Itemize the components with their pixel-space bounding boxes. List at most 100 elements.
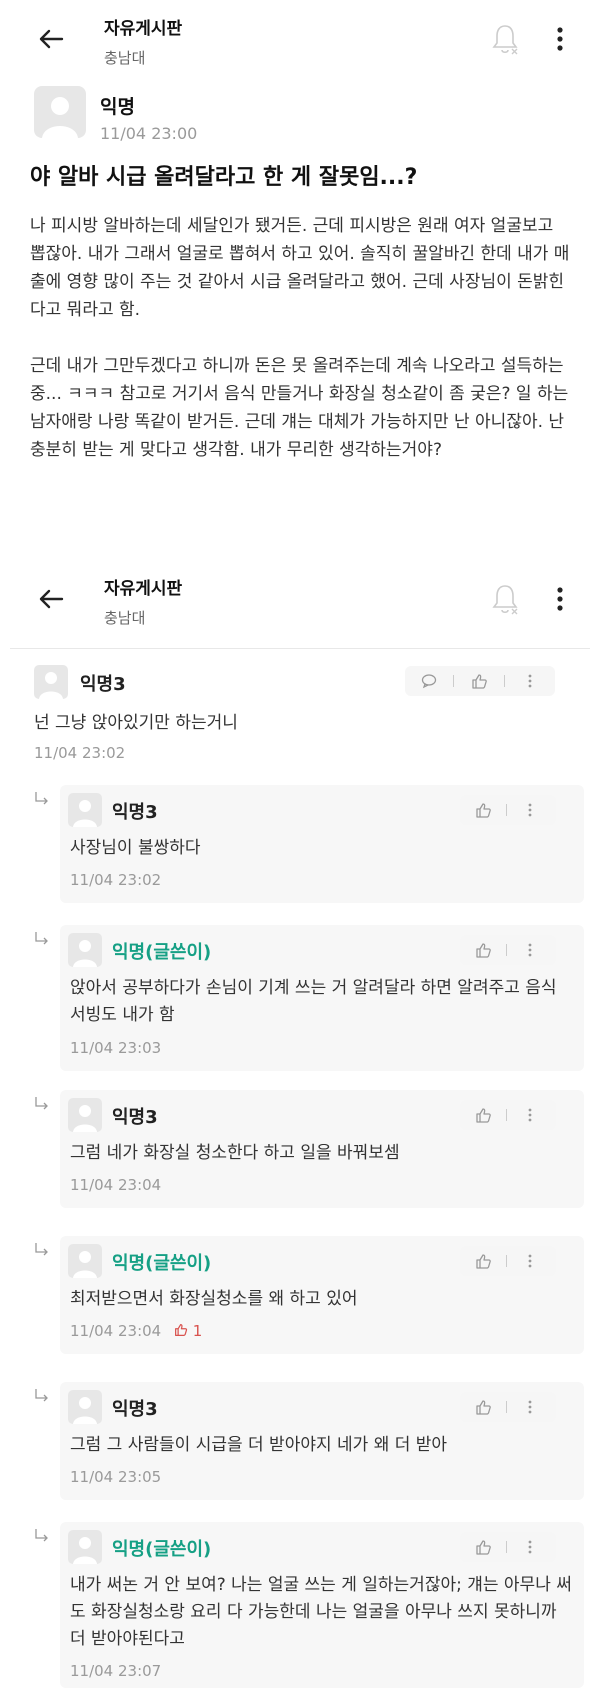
bell-off-icon[interactable] xyxy=(490,582,520,616)
more-vertical-icon xyxy=(528,674,532,688)
back-arrow-icon[interactable] xyxy=(36,24,66,54)
reply: 익명(글쓴이) 앉아서 공부하다가 손님이 기계 쓰는 거 알려달라 하면 알려… xyxy=(0,925,600,1071)
top-app-bar: 자유게시판 충남대 xyxy=(0,0,600,78)
back-arrow-icon[interactable] xyxy=(36,584,66,614)
like-button[interactable] xyxy=(460,1399,506,1416)
comment-actions xyxy=(460,795,556,825)
more-button[interactable] xyxy=(507,1253,553,1269)
comment-actions xyxy=(460,1392,556,1422)
comment-text: 최저받으면서 화장실청소를 왜 하고 있어 xyxy=(70,1289,358,1309)
comment-icon xyxy=(421,674,437,689)
reply: 익명(글쓴이) 내가 써논 거 안 보여? 나는 얼굴 쓰는 게 일하는거잖아;… xyxy=(0,1522,600,1688)
reply-box: 익명3 그럼 그 사람들이 시급을 더 받아야지 네가 왜 더 받아 11/04… xyxy=(60,1382,584,1500)
like-button[interactable] xyxy=(454,673,504,690)
comment-text: 그럼 그 사람들이 시급을 더 받아야지 네가 왜 더 받아 xyxy=(70,1435,448,1455)
comment-author: 익명3 xyxy=(112,1399,158,1420)
like-button[interactable] xyxy=(460,1107,506,1124)
bell-off-icon[interactable] xyxy=(490,22,520,56)
comment-time: 11/04 23:05 xyxy=(70,1468,162,1486)
more-vertical-icon xyxy=(528,943,532,957)
reply-arrow-icon xyxy=(35,932,48,945)
comment-time: 11/04 23:07 xyxy=(70,1662,162,1680)
post-header: 익명 11/04 23:00 xyxy=(0,86,600,158)
like-button[interactable] xyxy=(460,802,506,819)
comment-author-op: 익명(글쓴이) xyxy=(112,942,212,963)
comment-author: 익명3 xyxy=(112,1107,158,1128)
thumbs-up-icon xyxy=(475,1539,491,1555)
comment-text: 앉아서 공부하다가 손님이 기계 쓰는 거 알려달라 하면 알려주고 음식 서빙… xyxy=(70,978,557,1025)
divider xyxy=(10,648,590,649)
board-title: 자유게시판 xyxy=(104,579,183,599)
more-vertical-icon xyxy=(528,1400,532,1414)
more-button[interactable] xyxy=(507,942,553,958)
more-vertical-icon xyxy=(528,1108,532,1122)
comment-author-op: 익명(글쓴이) xyxy=(112,1539,212,1560)
comment-time: 11/04 23:02 xyxy=(34,744,126,762)
thumbs-up-icon xyxy=(475,802,491,818)
like-button[interactable] xyxy=(460,1539,506,1556)
more-vertical-icon xyxy=(528,803,532,817)
comment-actions xyxy=(460,1100,556,1130)
reply-box: 익명(글쓴이) 최저받으면서 화장실청소를 왜 하고 있어 11/04 23:0… xyxy=(60,1236,584,1354)
like-button[interactable] xyxy=(460,1253,506,1270)
board-title: 자유게시판 xyxy=(104,19,183,39)
more-button[interactable] xyxy=(505,673,555,689)
more-button[interactable] xyxy=(507,802,553,818)
thumbs-up-icon xyxy=(475,942,491,958)
reply-arrow-icon xyxy=(35,792,48,805)
more-vertical-icon[interactable] xyxy=(555,24,565,54)
comment-actions xyxy=(460,1246,556,1276)
comment-actions xyxy=(460,935,556,965)
like-button[interactable] xyxy=(460,942,506,959)
comment-time: 11/04 23:02 xyxy=(70,871,162,889)
avatar xyxy=(68,1244,102,1278)
comment-time: 11/04 23:03 xyxy=(70,1039,162,1057)
thumbs-up-icon xyxy=(475,1253,491,1269)
comment-actions xyxy=(405,666,555,696)
thumbs-up-icon xyxy=(175,1324,188,1336)
reply-box: 익명3 그럼 네가 화장실 청소한다 하고 일을 바꿔보셈 11/04 23:0… xyxy=(60,1090,584,1208)
avatar xyxy=(68,1098,102,1132)
post-time: 11/04 23:00 xyxy=(100,124,198,143)
comment-text: 넌 그냥 앉아있기만 하는거니 xyxy=(34,713,238,733)
comment-author: 익명3 xyxy=(80,674,126,695)
comment-text: 그럼 네가 화장실 청소한다 하고 일을 바꿔보셈 xyxy=(70,1143,400,1163)
reply-button[interactable] xyxy=(405,673,453,689)
school-name: 충남대 xyxy=(104,49,146,67)
post-title: 야 알바 시급 올려달라고 한 게 잘못임...? xyxy=(30,165,418,190)
more-vertical-icon[interactable] xyxy=(555,584,565,614)
comment-time: 11/04 23:04 xyxy=(70,1176,162,1194)
reply-arrow-icon xyxy=(35,1389,48,1402)
thumbs-up-icon xyxy=(475,1107,491,1123)
thumbs-up-icon xyxy=(475,1399,491,1415)
comment-author: 익명3 xyxy=(112,802,158,823)
comment-meta: 11/04 23:04 1 xyxy=(70,1322,202,1340)
more-button[interactable] xyxy=(507,1539,553,1555)
reply: 익명(글쓴이) 최저받으면서 화장실청소를 왜 하고 있어 11/04 23:0… xyxy=(0,1236,600,1354)
more-button[interactable] xyxy=(507,1107,553,1123)
post-paragraph: 근데 내가 그만두겠다고 하니까 돈은 못 올려주는데 계속 나오라고 설득하는… xyxy=(30,356,569,460)
top-app-bar-2: 자유게시판 충남대 xyxy=(0,560,600,638)
school-name: 충남대 xyxy=(104,609,146,627)
reply-arrow-icon xyxy=(35,1529,48,1542)
reply: 익명3 그럼 네가 화장실 청소한다 하고 일을 바꿔보셈 11/04 23:0… xyxy=(0,1090,600,1208)
avatar xyxy=(34,86,86,138)
reply: 익명3 그럼 그 사람들이 시급을 더 받아야지 네가 왜 더 받아 11/04… xyxy=(0,1382,600,1500)
avatar xyxy=(68,1390,102,1424)
more-vertical-icon xyxy=(528,1540,532,1554)
reply-arrow-icon xyxy=(35,1243,48,1256)
post-paragraph: 나 피시방 알바하는데 세달인가 됐거든. 근데 피시방은 원래 여자 얼굴보고… xyxy=(30,216,570,320)
reply: 익명3 사장님이 불쌍하다 11/04 23:02 xyxy=(0,785,600,903)
more-button[interactable] xyxy=(507,1399,553,1415)
post-body: 나 피시방 알바하는데 세달인가 됐거든. 근데 피시방은 원래 여자 얼굴보고… xyxy=(30,212,570,464)
comment: 익명3 넌 그냥 앉아있기만 하는거니 11/04 23:02 xyxy=(0,660,600,770)
avatar xyxy=(68,933,102,967)
post-author: 익명 xyxy=(100,96,135,118)
more-vertical-icon xyxy=(528,1254,532,1268)
avatar xyxy=(68,1530,102,1564)
reply-box: 익명(글쓴이) 앉아서 공부하다가 손님이 기계 쓰는 거 알려달라 하면 알려… xyxy=(60,925,584,1071)
comment-author-op: 익명(글쓴이) xyxy=(112,1253,212,1274)
reply-arrow-icon xyxy=(35,1097,48,1110)
avatar xyxy=(34,665,68,699)
comment-actions xyxy=(460,1532,556,1562)
